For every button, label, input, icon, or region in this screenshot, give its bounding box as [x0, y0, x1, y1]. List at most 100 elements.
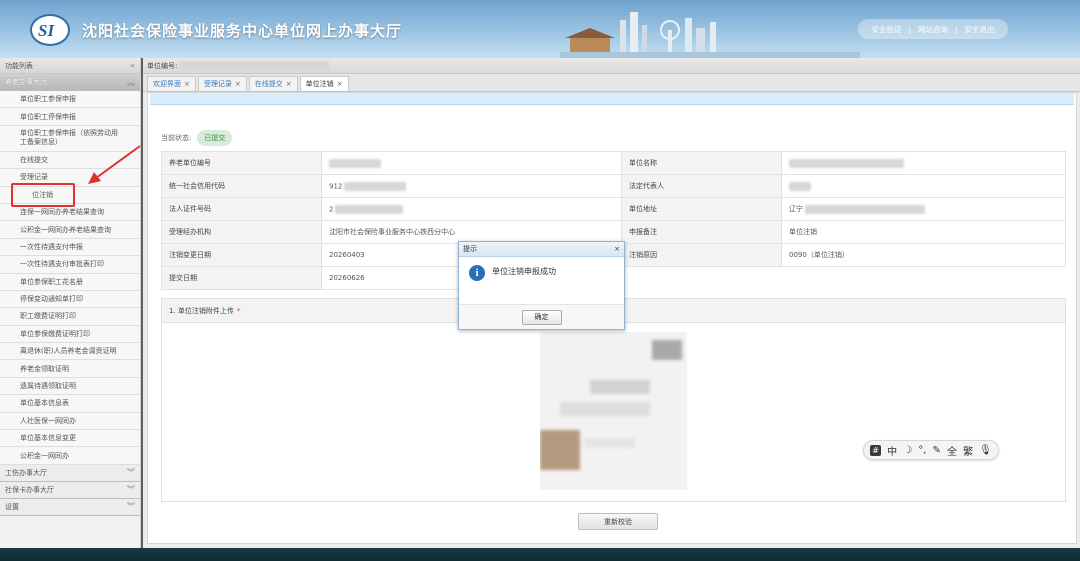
moon-icon[interactable]: ☽ [903, 445, 912, 456]
sidebar-group-card[interactable]: 社保卡办事大厅 ︾ [0, 481, 140, 499]
legal-id-prefix: 2 [329, 205, 334, 213]
ime-fullwidth-toggle[interactable]: 全 [947, 443, 957, 458]
sidebar-item[interactable]: 一次性待遇支付申报 [0, 238, 140, 257]
field-label: 法人证件号码 [161, 197, 322, 221]
field-label: 法定代表人 [621, 174, 782, 198]
info-icon: i [469, 265, 485, 281]
sidebar-group-injury[interactable]: 工伤办事大厅 ︾ [0, 464, 140, 482]
close-icon[interactable]: × [337, 80, 343, 88]
sidebar-item[interactable]: 遗属待遇领取证明 [0, 377, 140, 396]
field-label: 单位名称 [621, 151, 782, 175]
sidebar-item[interactable]: 单位职工参保申报 [0, 91, 140, 109]
tab-unit-cancel[interactable]: 单位注销 × [299, 76, 349, 91]
consult-link[interactable]: 网站咨询 [918, 24, 948, 35]
sidebar-item[interactable]: 停保变动通知单打印 [0, 290, 140, 309]
dialog-title: 提示 [463, 245, 477, 253]
table-row: 法人证件号码 2 单位地址 辽宁 [161, 197, 1066, 221]
field-label: 单位地址 [621, 197, 782, 221]
separator: | [955, 24, 958, 34]
pixel-block [585, 438, 635, 448]
redacted-value [344, 181, 407, 191]
field-label: 受理经办机构 [161, 220, 322, 244]
chevron-down-icon: ︾ [127, 502, 135, 512]
ime-traditional-toggle[interactable]: 繁 [963, 443, 973, 458]
tab-welcome[interactable]: 欢迎界面 × [147, 76, 196, 91]
dialog-body: i 单位注销申报成功 [459, 257, 624, 305]
close-icon[interactable]: × [614, 245, 620, 253]
collapse-icon[interactable]: « [130, 61, 135, 70]
field-value: 912 [321, 174, 622, 198]
redacted-value [805, 204, 925, 214]
field-label: 养老单位编号 [161, 151, 322, 175]
sidebar-header: 功能列表 « [0, 58, 140, 74]
ime-toolbar: # 中 ☽ °, ✎ 全 繁 🎙 [863, 440, 999, 460]
notice-banner [150, 93, 1074, 105]
microphone-icon[interactable]: 🎙 [979, 445, 992, 456]
empty-cell [782, 267, 1066, 290]
keyboard-grid-icon[interactable]: # [870, 444, 882, 456]
sidebar-item[interactable]: 公积金一网同办养老结果查询 [0, 221, 140, 239]
redacted-unit-number [179, 61, 330, 70]
pixel-block [652, 340, 682, 360]
security-verify-link[interactable]: 安全验证 [871, 24, 901, 35]
sidebar-item[interactable]: 人社医保一网同办 [0, 412, 140, 431]
sidebar-item[interactable]: 单位基本信息表 [0, 395, 140, 413]
tab-label: 受理记录 [203, 80, 232, 88]
sidebar-item[interactable]: 养老金领取证明 [0, 360, 140, 378]
sidebar-item[interactable]: 单位职工参保申报（依照劳动用工备案信息） [0, 125, 140, 152]
site-header: 沈阳社会保险事业服务中心单位网上办事大厅 安全验证 | 网站咨询 | 安全退出 [0, 0, 1080, 58]
field-value [781, 151, 1066, 175]
sidebar-item[interactable]: 单位职工停保申报 [0, 108, 140, 126]
field-label: 申报备注 [621, 220, 782, 244]
credit-code-prefix: 912 [329, 182, 343, 190]
sidebar-item[interactable]: 职工缴费证明打印 [0, 308, 140, 326]
city-skyline-banner [560, 12, 860, 58]
field-label: 注销变更日期 [161, 243, 322, 267]
ok-button[interactable]: 确定 [521, 309, 562, 325]
sidebar-item[interactable]: 单位基本信息变更 [0, 430, 140, 448]
sidebar-group-settings[interactable]: 设置 ︾ [0, 498, 140, 516]
empty-cell [622, 267, 782, 290]
sidebar-item[interactable]: 离退休(职)人员养老金调资证明 [0, 343, 140, 361]
required-mark: * [236, 306, 241, 315]
tab-submit[interactable]: 在线提交 × [248, 76, 298, 91]
tab-label: 单位注销 [305, 80, 334, 88]
unit-number-label: 单位编号: [147, 61, 178, 70]
tab-records[interactable]: 受理记录 × [197, 76, 247, 91]
sidebar-item[interactable]: 单位参保缴费证明打印 [0, 325, 140, 344]
tab-label: 欢迎界面 [153, 80, 181, 88]
pen-icon[interactable]: ✎ [933, 445, 941, 456]
header-links: 安全验证 | 网站咨询 | 安全退出 [858, 19, 1008, 39]
close-icon[interactable]: × [235, 80, 241, 88]
sidebar-item[interactable]: 单位参保职工花名册 [0, 273, 140, 291]
dialog-titlebar: 提示 × [459, 242, 624, 257]
success-dialog: 提示 × i 单位注销申报成功 确定 [458, 241, 625, 330]
logout-link[interactable]: 安全退出 [965, 24, 995, 35]
separator: | [908, 24, 911, 34]
close-icon[interactable]: × [286, 80, 292, 88]
unit-bar: 单位编号: [143, 58, 1080, 74]
sidebar-item[interactable]: 一次性待遇支付审批表打印 [0, 256, 140, 274]
ime-chinese-toggle[interactable]: 中 [887, 443, 897, 458]
sidebar-group-pension[interactable]: 养老办事大厅 ︽ [0, 74, 140, 91]
field-value: 0090（单位注销） [781, 243, 1066, 267]
tab-bar: 欢迎界面 × 受理记录 × 在线提交 × 单位注销 × [143, 74, 1080, 92]
punctuation-icon[interactable]: °, [918, 445, 926, 456]
sidebar-item[interactable]: 在线提交 [0, 151, 140, 170]
close-icon[interactable]: × [184, 80, 190, 88]
sidebar-group-label: 养老办事大厅 [5, 78, 47, 86]
sidebar-group-label: 设置 [5, 502, 19, 511]
pixel-block [540, 430, 580, 470]
field-label: 提交日期 [161, 266, 322, 290]
redacted-value [335, 204, 404, 214]
taskbar [0, 548, 1080, 561]
site-title: 沈阳社会保险事业服务中心单位网上办事大厅 [82, 22, 403, 40]
dialog-footer: 确定 [459, 305, 624, 329]
recheck-button[interactable]: 重新校验 [578, 513, 658, 530]
tab-label: 在线提交 [254, 80, 283, 88]
attachment-thumbnail[interactable] [540, 332, 687, 490]
dialog-message: 单位注销申报成功 [492, 267, 556, 276]
sidebar-item[interactable]: 公积金一网同办 [0, 447, 140, 465]
sidebar-heading: 功能列表 [5, 61, 33, 70]
status-row: 当前状态: 已提交 [161, 130, 233, 146]
